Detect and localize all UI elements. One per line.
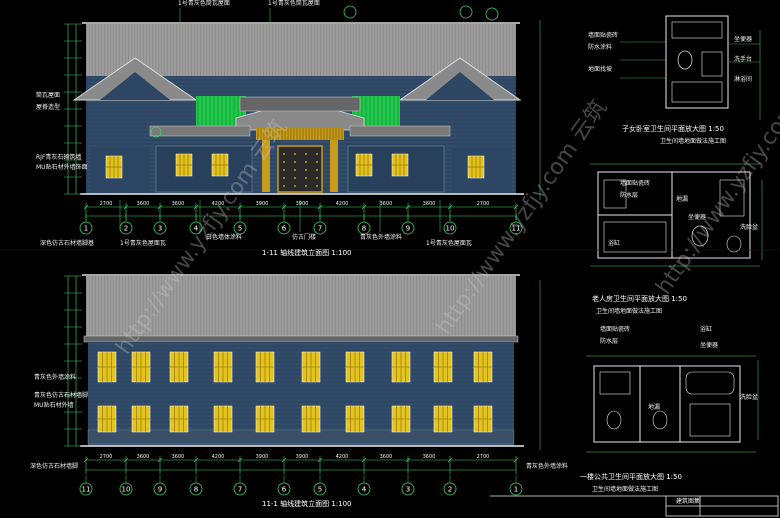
bath3-note-1: 墙面贴瓷砖 — [600, 326, 631, 333]
elev1-bottom-note-2: 1号青灰色屋面瓦 — [120, 240, 166, 247]
svg-text:2700: 2700 — [477, 454, 490, 460]
svg-text:2: 2 — [448, 486, 452, 494]
svg-text:6: 6 — [282, 225, 287, 233]
svg-text:2700: 2700 — [100, 454, 113, 460]
elev2-bottom-note-2: 青灰色外墙涂料 — [526, 463, 569, 470]
svg-text:4: 4 — [362, 486, 367, 494]
elev1-bottom-note-5: 青灰色外墙涂料 — [360, 234, 403, 241]
elev1-top-note-2: 1号青灰色筒瓦屋面 — [268, 0, 320, 7]
bath3-note-3: 地漏 — [648, 404, 661, 411]
elev2-left-note-3: MU贴石材外墙 — [34, 402, 74, 409]
svg-text:2700: 2700 — [477, 201, 490, 207]
svg-text:4200: 4200 — [212, 454, 225, 460]
bath2-sub: 卫生间墙地面做法施工图 — [596, 308, 663, 315]
elev1-bottom-note-4: 仿古门楼 — [292, 234, 317, 241]
bath2-note-6: 浴缸 — [608, 240, 621, 247]
svg-text:3900: 3900 — [296, 454, 309, 460]
elev1-bottom-note-6: 1号青灰色屋面瓦 — [426, 240, 472, 247]
bath3-note-4: 浴缸 — [700, 326, 713, 333]
elev1-left-note-4: MU贴石材外墙饰面 — [36, 164, 88, 171]
svg-text:1: 1 — [84, 225, 88, 233]
bath1-note-6: 淋浴间 — [734, 76, 753, 83]
svg-text:3900: 3900 — [256, 201, 269, 207]
svg-text:3600: 3600 — [380, 201, 393, 207]
svg-text:9: 9 — [158, 486, 162, 494]
svg-text:3600: 3600 — [172, 201, 185, 207]
svg-text:1: 1 — [514, 486, 518, 494]
bath2-note-2: 防水层 — [620, 192, 639, 199]
svg-text:2700: 2700 — [100, 201, 113, 207]
bath1-note-4: 坐便器 — [734, 36, 753, 43]
bath1-sub: 卫生间墙地面做法施工图 — [660, 138, 727, 145]
elev2-bottom-note-1: 深色仿古石材墙脚 — [30, 463, 79, 470]
svg-text:4: 4 — [194, 225, 199, 233]
svg-text:3600: 3600 — [137, 201, 150, 207]
svg-text:4200: 4200 — [336, 454, 349, 460]
svg-text:10: 10 — [122, 486, 131, 494]
elevation-2-title: 11-1 轴线建筑立面图 1:100 — [262, 500, 352, 508]
bath3-note-2: 防水层 — [600, 338, 619, 345]
svg-text:3600: 3600 — [423, 454, 436, 460]
svg-text:3: 3 — [158, 225, 162, 233]
elev1-left-note-2: 屋脊造型 — [36, 104, 61, 111]
svg-text:8: 8 — [194, 486, 198, 494]
bath2-note-5: 坐便器 — [688, 214, 707, 221]
elev2-left-note-1: 青灰色外墙涂料 — [34, 374, 77, 381]
elev1-bottom-note-3: 白色墙体涂料 — [206, 234, 243, 241]
svg-text:3600: 3600 — [380, 454, 393, 460]
bath1-note-1: 墙面贴瓷砖 — [588, 32, 619, 39]
svg-text:4200: 4200 — [212, 201, 225, 207]
bath1-note-2: 防水涂料 — [588, 44, 613, 51]
bath3-title: 一楼公共卫生间平面放大图 1:50 — [580, 473, 682, 481]
svg-text:7: 7 — [238, 486, 242, 494]
svg-text:3600: 3600 — [172, 454, 185, 460]
svg-text:11: 11 — [82, 486, 91, 494]
svg-text:3900: 3900 — [296, 201, 309, 207]
bath1-title: 子女卧室卫生间平面放大图 1:50 — [622, 125, 724, 133]
title-block-label: 建筑图集 — [676, 498, 701, 505]
elev1-top-note-1: 1号青灰色筒瓦屋面 — [178, 0, 230, 7]
bath2-note-4: 洗脸盆 — [740, 224, 759, 231]
svg-text:5: 5 — [238, 225, 242, 233]
svg-text:10: 10 — [446, 225, 455, 233]
elev1-left-note-3: RJF青灰石砌筑墙 — [36, 154, 82, 161]
elev1-bottom-note-1: 深色仿古石材墙脚基 — [40, 240, 95, 247]
cad-drawing-canvas: 1 2 3 4 5 6 7 8 9 10 11 2700 3600 3600 4200 3900 3900 420… — [0, 0, 780, 518]
svg-text:11: 11 — [512, 225, 521, 233]
svg-text:7: 7 — [318, 225, 322, 233]
svg-text:5: 5 — [318, 486, 322, 494]
svg-text:3900: 3900 — [256, 454, 269, 460]
svg-text:6: 6 — [282, 486, 287, 494]
svg-text:8: 8 — [362, 225, 366, 233]
svg-text:3600: 3600 — [423, 201, 436, 207]
gate-door — [277, 145, 323, 193]
svg-text:2: 2 — [124, 225, 128, 233]
bath3-sub: 卫生间墙地面做法施工图 — [592, 486, 659, 493]
elev1-left-note-1: 筒瓦屋面 — [36, 92, 61, 99]
svg-text:4200: 4200 — [336, 201, 349, 207]
bath3-note-5: 坐便器 — [700, 342, 719, 349]
svg-text:3: 3 — [406, 486, 410, 494]
bath3-note-6: 洗脸盆 — [740, 394, 759, 401]
elevation-1-title: 1-11 轴线建筑立面图 1:100 — [262, 249, 352, 257]
svg-text:9: 9 — [406, 225, 410, 233]
svg-text:3600: 3600 — [137, 454, 150, 460]
bath2-note-1: 墙面贴瓷砖 — [620, 180, 651, 187]
bath1-note-3: 地面找坡 — [588, 66, 613, 73]
bath2-note-3: 地漏 — [676, 196, 689, 203]
bath2-title: 老人房卫生间平面放大图 1:50 — [592, 295, 687, 303]
bath1-note-5: 洗手台 — [734, 56, 753, 63]
elev2-left-note-2: 青灰色仿古石材墙脚 — [34, 392, 89, 399]
